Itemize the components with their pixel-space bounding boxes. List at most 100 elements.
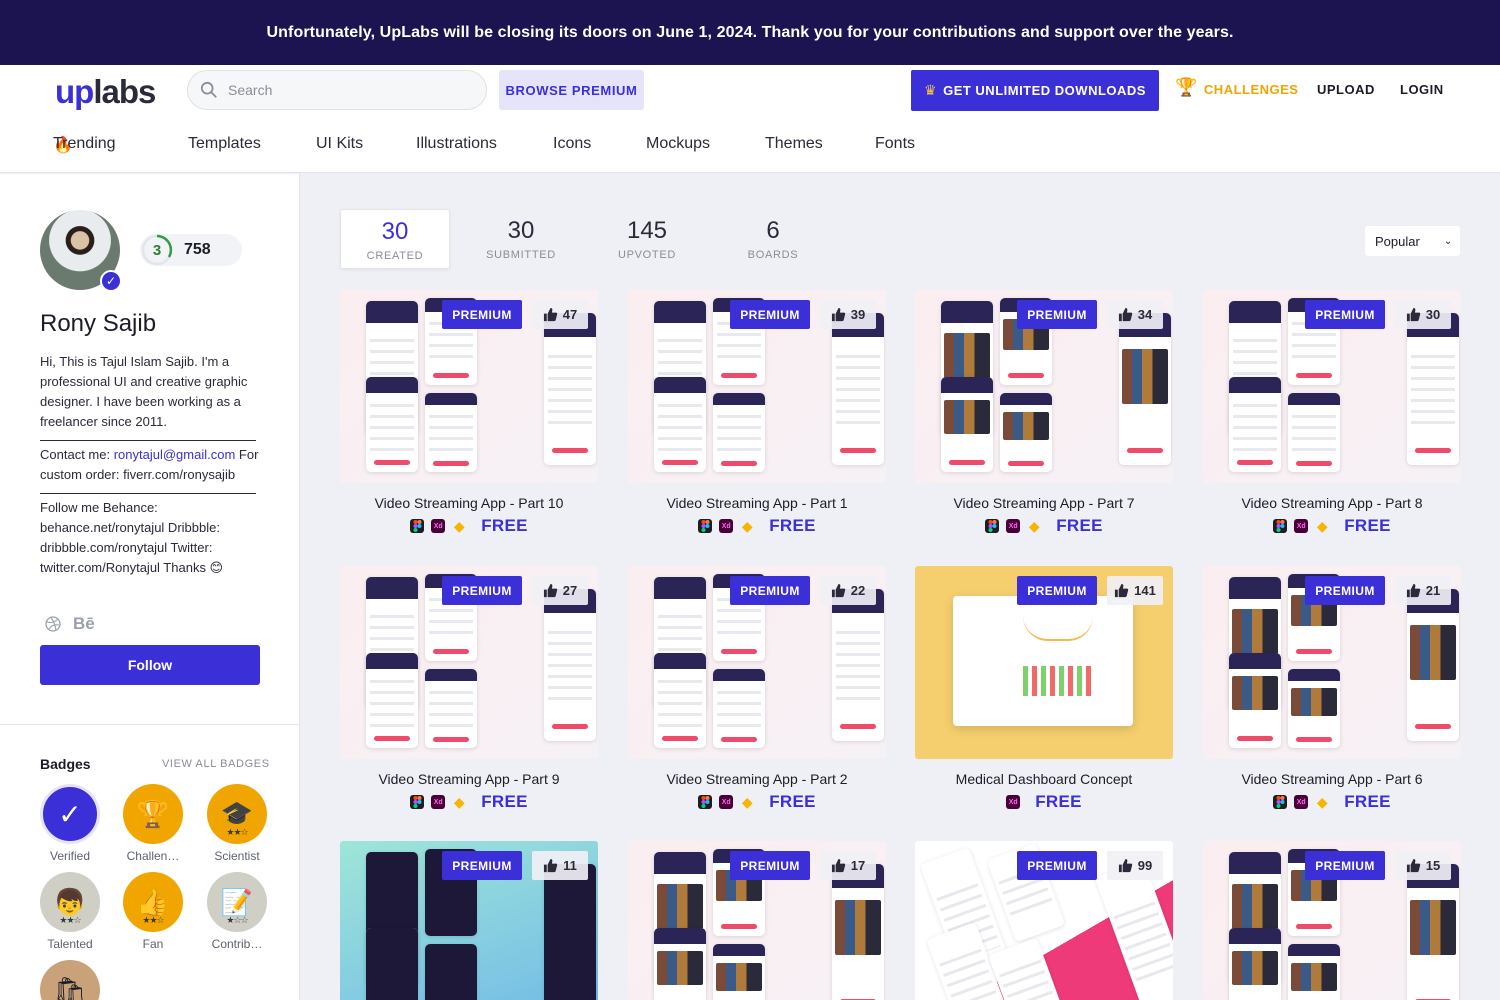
- shot-thumbnail[interactable]: PREMIUM 11: [340, 841, 598, 1000]
- get-unlimited-downloads-button[interactable]: ♛ GET UNLIMITED DOWNLOADS: [911, 70, 1159, 111]
- shot-title[interactable]: Video Streaming App - Part 10: [340, 495, 598, 511]
- shot-thumbnail[interactable]: PREMIUM 27: [340, 566, 598, 759]
- like-button[interactable]: 47: [532, 300, 588, 329]
- shot-thumbnail[interactable]: PREMIUM 17: [628, 841, 886, 1000]
- shot-title[interactable]: Video Streaming App - Part 1: [628, 495, 886, 511]
- shot-title[interactable]: Video Streaming App - Part 6: [1203, 771, 1461, 787]
- shot-thumbnail[interactable]: PREMIUM 99: [915, 841, 1173, 1000]
- shot-title[interactable]: Video Streaming App - Part 2: [628, 771, 886, 787]
- shot-card[interactable]: PREMIUM 11: [340, 841, 598, 1000]
- shot-card[interactable]: PREMIUM 99: [915, 841, 1173, 1000]
- shot-title[interactable]: Video Streaming App - Part 8: [1203, 495, 1461, 511]
- stat-boards[interactable]: 6 BOARDS: [718, 209, 828, 269]
- adobe-xd-icon: Xd: [719, 795, 734, 809]
- thumbs-up-icon: [831, 858, 845, 873]
- nav-ui-kits[interactable]: UI Kits: [316, 135, 363, 153]
- shot-thumbnail[interactable]: PREMIUM 15: [1203, 841, 1461, 1000]
- shot-card[interactable]: PREMIUM 27 Video Streaming App - Part 9 Xd ◆…: [340, 566, 598, 812]
- level-ring: 3: [140, 233, 174, 267]
- shot-card[interactable]: PREMIUM 17: [628, 841, 886, 1000]
- stat-created[interactable]: 30 CREATED: [340, 209, 450, 269]
- search-box[interactable]: [187, 70, 487, 110]
- figma-icon: [985, 519, 1000, 533]
- avatar[interactable]: ✓: [40, 210, 122, 292]
- nav-illustrations[interactable]: Illustrations: [416, 135, 497, 153]
- badge-contributor[interactable]: 📝 ★☆☆ Contrib…: [202, 872, 272, 951]
- shot-title[interactable]: Video Streaming App - Part 7: [915, 495, 1173, 511]
- like-button[interactable]: 141: [1107, 576, 1163, 605]
- thumbs-up-icon: [1118, 307, 1132, 322]
- like-count: 17: [850, 858, 866, 873]
- follow-button[interactable]: Follow: [40, 645, 260, 685]
- shot-card[interactable]: PREMIUM 30 Video Streaming App - Part 8 Xd ◆…: [1203, 290, 1461, 536]
- like-button[interactable]: 99: [1107, 851, 1163, 880]
- shot-thumbnail[interactable]: PREMIUM 21: [1203, 566, 1461, 759]
- sketch-icon: ◆: [1028, 517, 1040, 534]
- shot-thumbnail[interactable]: PREMIUM 39: [628, 290, 886, 483]
- shot-card[interactable]: PREMIUM 47 Video Streaming App - Part 10 Xd…: [340, 290, 598, 536]
- price-label: FREE: [1344, 516, 1391, 535]
- sidebar-divider: [0, 724, 300, 725]
- premium-badge: PREMIUM: [442, 300, 522, 329]
- shot-thumbnail[interactable]: PREMIUM 30: [1203, 290, 1461, 483]
- dribbble-icon[interactable]: [45, 616, 61, 632]
- search-icon: [200, 81, 217, 98]
- badge-scientist[interactable]: 🎓 ★★☆ Scientist: [202, 784, 272, 863]
- adobe-xd-icon: Xd: [1006, 519, 1021, 533]
- unlimited-label: GET UNLIMITED DOWNLOADS: [943, 83, 1146, 98]
- phone-mockup: [1229, 928, 1281, 1000]
- login-link[interactable]: LOGIN: [1400, 82, 1444, 97]
- shot-thumbnail[interactable]: PREMIUM 47: [340, 290, 598, 483]
- like-button[interactable]: 11: [532, 851, 588, 880]
- upload-link[interactable]: UPLOAD: [1317, 82, 1375, 97]
- nav-fonts[interactable]: Fonts: [875, 135, 915, 153]
- badge-fan[interactable]: 👍 ★★☆ Fan: [118, 872, 188, 951]
- shot-card[interactable]: PREMIUM 15: [1203, 841, 1461, 1000]
- browse-premium-button[interactable]: BROWSE PREMIUM: [499, 70, 644, 110]
- like-count: 34: [1137, 307, 1153, 322]
- like-button[interactable]: 17: [820, 851, 876, 880]
- nav-icons[interactable]: Icons: [553, 135, 591, 153]
- badge-label: Talented: [47, 937, 93, 951]
- contact-email-link[interactable]: ronytajul@gmail.com: [114, 447, 236, 462]
- shot-title[interactable]: Medical Dashboard Concept: [915, 771, 1173, 787]
- shot-title[interactable]: Video Streaming App - Part 9: [340, 771, 598, 787]
- shot-card[interactable]: PREMIUM 34 Video Streaming App - Part 7 Xd ◆…: [915, 290, 1173, 536]
- shot-card[interactable]: PREMIUM 141 Medical Dashboard Concept Xd FRE…: [915, 566, 1173, 812]
- view-all-badges-link[interactable]: VIEW ALL BADGES: [162, 758, 270, 770]
- shot-thumbnail[interactable]: PREMIUM 22: [628, 566, 886, 759]
- like-button[interactable]: 34: [1107, 300, 1163, 329]
- like-button[interactable]: 27: [532, 576, 588, 605]
- nav-templates[interactable]: Templates: [188, 135, 261, 153]
- search-input[interactable]: [228, 82, 468, 98]
- like-button[interactable]: 21: [1395, 576, 1451, 605]
- behance-icon[interactable]: Bē: [73, 614, 95, 634]
- like-button[interactable]: 30: [1395, 300, 1451, 329]
- badge-challenger[interactable]: 🏆 Challen…: [118, 784, 188, 863]
- challenges-link[interactable]: 🏆 CHALLENGES: [1175, 77, 1298, 98]
- shot-card[interactable]: PREMIUM 21 Video Streaming App - Part 6 Xd ◆…: [1203, 566, 1461, 812]
- stat-upvoted[interactable]: 145 UPVOTED: [592, 209, 702, 269]
- like-button[interactable]: 39: [820, 300, 876, 329]
- shot-card[interactable]: PREMIUM 39 Video Streaming App - Part 1 Xd ◆…: [628, 290, 886, 536]
- sort-select[interactable]: Popular ⌄: [1365, 226, 1460, 256]
- nav-themes[interactable]: Themes: [765, 135, 823, 153]
- badge-talented[interactable]: 👦 ★★☆ Talented: [35, 872, 105, 951]
- figma-icon: [1273, 519, 1288, 533]
- badge-verified[interactable]: ✓ Verified: [35, 784, 105, 863]
- stat-submitted[interactable]: 30 SUBMITTED: [466, 209, 576, 269]
- like-button[interactable]: 15: [1395, 851, 1451, 880]
- badge-partial[interactable]: 🛍: [35, 960, 105, 1000]
- thumbs-up-icon: [543, 307, 557, 322]
- bag-icon: 🛍: [40, 960, 100, 1000]
- shot-thumbnail[interactable]: PREMIUM 34: [915, 290, 1173, 483]
- phone-mockup: [941, 377, 993, 473]
- shot-thumbnail[interactable]: PREMIUM 141: [915, 566, 1173, 759]
- like-button[interactable]: 22: [820, 576, 876, 605]
- graduation-cap-icon: 🎓 ★★☆: [207, 784, 267, 844]
- like-count: 21: [1425, 583, 1441, 598]
- uplabs-logo[interactable]: uplabs: [55, 73, 156, 111]
- phone-mockup: [1094, 859, 1173, 1000]
- nav-mockups[interactable]: Mockups: [646, 135, 710, 153]
- shot-card[interactable]: PREMIUM 22 Video Streaming App - Part 2 Xd ◆…: [628, 566, 886, 812]
